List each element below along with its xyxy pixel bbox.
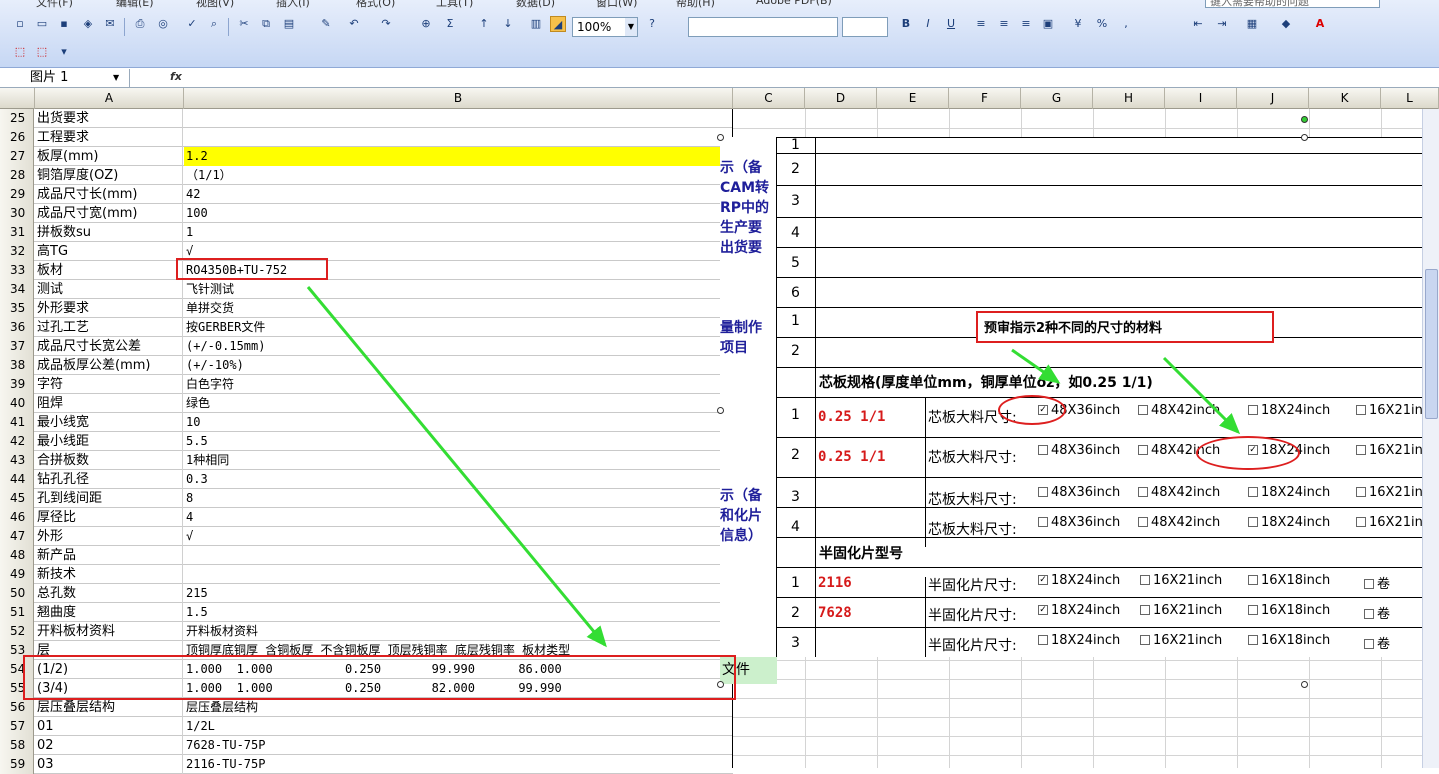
arrow-material — [306, 286, 607, 648]
selection-handle[interactable] — [1301, 134, 1308, 141]
rotate-handle[interactable] — [1301, 116, 1308, 123]
arrow-size-1 — [1011, 348, 1061, 384]
arrow-size-2 — [1162, 356, 1241, 435]
selection-handle[interactable] — [1301, 681, 1308, 688]
selection-handle[interactable] — [717, 681, 724, 688]
annotation-arrows — [306, 286, 1241, 648]
vertical-scrollbar[interactable] — [1422, 109, 1439, 768]
selection-handle[interactable] — [717, 407, 724, 414]
selection-handle[interactable] — [717, 134, 724, 141]
scrollbar-thumb[interactable] — [1425, 269, 1438, 419]
